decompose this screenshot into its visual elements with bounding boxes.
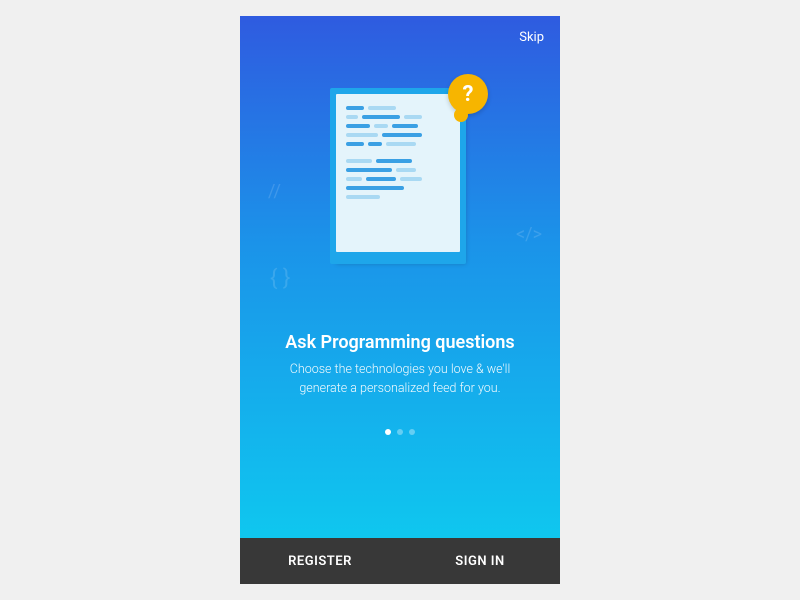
- onboarding-screen: Skip 0 1 1 0 </> { } // ?: [240, 16, 560, 584]
- question-mark-icon: ?: [463, 82, 474, 107]
- register-button[interactable]: REGISTER: [240, 538, 400, 584]
- page-indicator: [240, 429, 560, 435]
- bg-deco-braces-icon: { }: [270, 266, 290, 291]
- page-dot[interactable]: [409, 429, 415, 435]
- onboarding-subtitle: Choose the technologies you love & we'll…: [268, 361, 532, 399]
- onboarding-illustration: ?: [240, 88, 560, 268]
- page-dot[interactable]: [385, 429, 391, 435]
- signin-button[interactable]: SIGN IN: [400, 538, 560, 584]
- onboarding-title: Ask Programming questions: [268, 332, 532, 353]
- onboarding-text: Ask Programming questions Choose the tec…: [240, 332, 560, 399]
- question-bubble-icon: ?: [448, 74, 488, 114]
- document-icon: ?: [330, 88, 470, 268]
- skip-button[interactable]: Skip: [519, 30, 544, 45]
- footer-bar: REGISTER SIGN IN: [240, 538, 560, 584]
- page-dot[interactable]: [397, 429, 403, 435]
